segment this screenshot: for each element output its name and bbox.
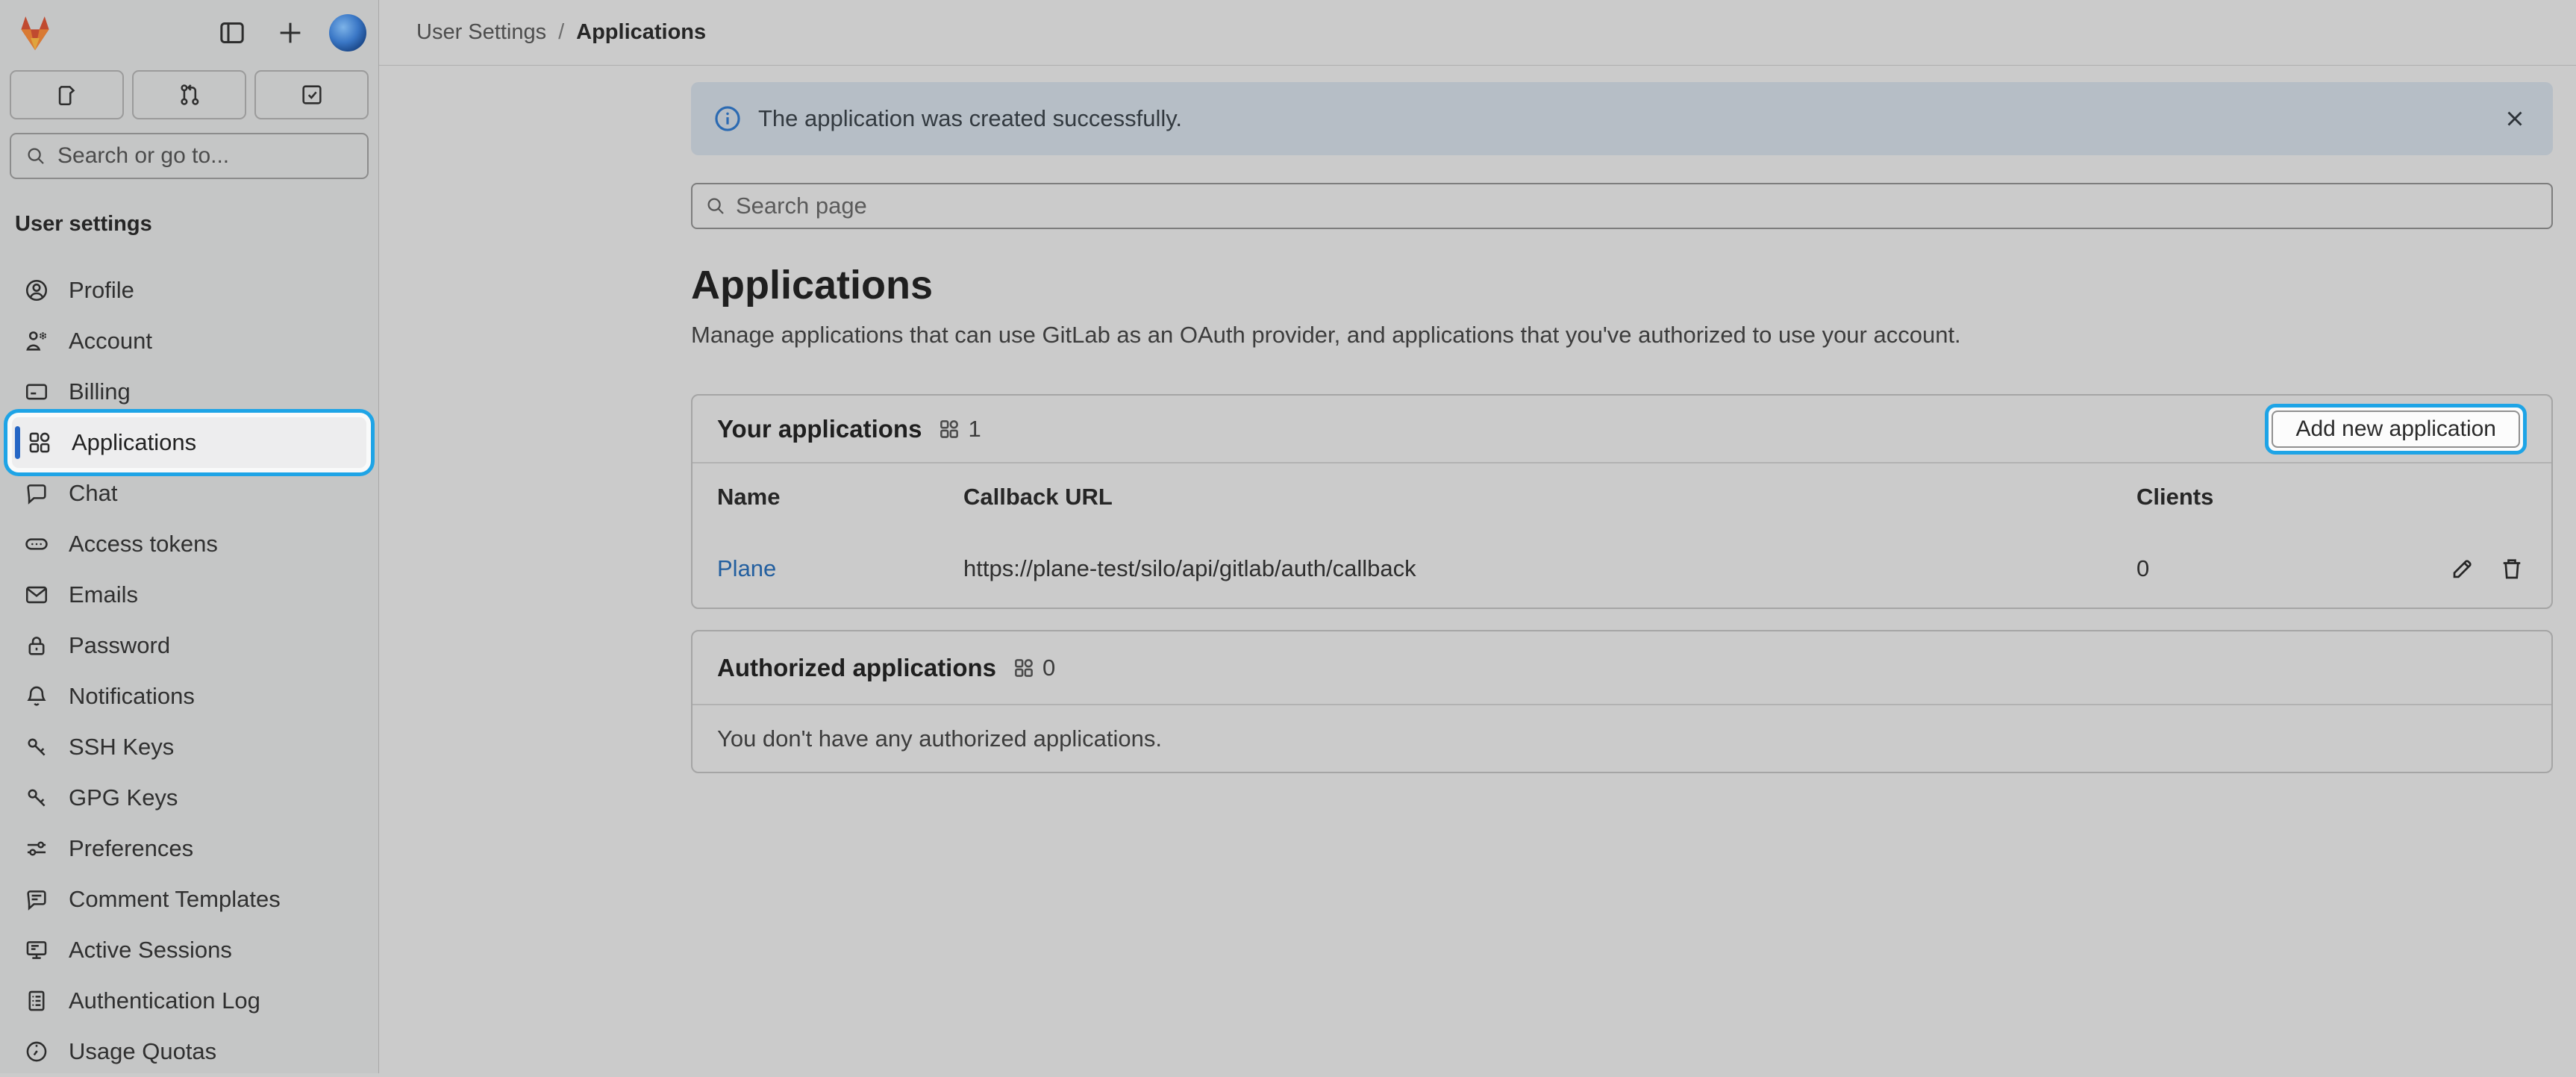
sidebar-section-title: User settings [15,212,378,237]
authorized-applications-title: Authorized applications [717,654,996,682]
sidebar-item-chat[interactable]: Chat [0,468,378,519]
sidebar-item-preferences[interactable]: Preferences [0,823,378,874]
sidebar-item-account[interactable]: Account [0,316,378,366]
key-icon [24,785,49,811]
gauge-icon [24,1039,49,1064]
log-list-icon [24,988,49,1014]
sidebar-item-authentication-log[interactable]: Authentication Log [0,975,378,1026]
search-icon [704,195,727,217]
sliders-icon [24,836,49,861]
sidebar-item-password[interactable]: Password [0,620,378,671]
chat-bubble-icon [24,481,49,506]
page-description: Manage applications that can use GitLab … [691,320,2553,350]
applications-grid-icon [938,418,960,440]
success-alert: The application was created successfully… [691,82,2553,155]
breadcrumb: User Settings / Applications [379,0,2576,66]
authorized-applications-count: 0 [1042,655,1055,681]
your-applications-header: Your applications 1 Add new application [693,396,2551,462]
close-icon[interactable] [2499,103,2530,134]
search-icon [25,145,47,167]
column-header-callback-url: Callback URL [963,484,2136,511]
application-row: Plane https://plane-test/silo/api/gitlab… [693,530,2551,608]
applications-grid-icon [1013,657,1035,679]
monitor-icon [24,937,49,963]
sidebar-item-gpg-keys[interactable]: GPG Keys [0,772,378,823]
envelope-icon [24,582,49,608]
authorized-applications-card: Authorized applications 0 You don't have… [691,630,2553,773]
sidebar-toggle-icon[interactable] [213,13,251,52]
alert-message: The application was created successfully… [758,105,2483,132]
credit-card-icon [24,379,49,405]
todo-icon[interactable] [254,70,369,119]
authorized-applications-empty: You don't have any authorized applicatio… [693,704,2551,772]
breadcrumb-user-settings[interactable]: User Settings [416,20,546,45]
user-avatar[interactable] [329,14,366,51]
row-actions [2387,554,2527,584]
issues-icon[interactable] [10,70,124,119]
sidebar-item-usage-quotas[interactable]: Usage Quotas [0,1026,378,1077]
application-name-link[interactable]: Plane [717,555,963,582]
page-title: Applications [691,260,2553,310]
content: The application was created successfully… [379,82,2576,773]
pencil-icon[interactable] [2448,554,2477,584]
sidebar-item-billing[interactable]: Billing [0,366,378,417]
bell-icon [24,684,49,709]
sidebar-shortcuts [0,66,378,119]
trash-icon[interactable] [2497,554,2527,584]
applications-grid-icon [27,430,52,455]
information-circle-icon [713,104,742,133]
plus-icon[interactable] [271,13,310,52]
comment-lines-icon [24,887,49,912]
sidebar-nav: Profile Account Billing [0,265,378,1077]
main-area: User Settings / Applications The applica… [379,0,2576,1073]
sidebar-item-comment-templates[interactable]: Comment Templates [0,874,378,925]
sidebar-item-ssh-keys[interactable]: SSH Keys [0,722,378,772]
global-search[interactable] [10,133,369,179]
global-search-input[interactable] [57,143,354,169]
sidebar-item-applications[interactable]: Applications [12,417,366,468]
active-indicator [15,426,20,459]
authorized-applications-header: Authorized applications 0 [693,631,2551,704]
merge-request-icon[interactable] [132,70,246,119]
column-header-name: Name [717,484,963,511]
token-pill-icon [24,531,49,557]
column-header-clients: Clients [2136,484,2387,511]
sidebar-item-notifications[interactable]: Notifications [0,671,378,722]
focus-ring: Add new application [2265,404,2527,455]
application-clients-count: 0 [2136,555,2387,582]
gitlab-logo-icon[interactable] [13,13,57,53]
page-search-input[interactable] [736,193,2539,219]
super-sidebar: User settings Profile Account [0,0,379,1073]
breadcrumb-separator: / [558,20,564,45]
sidebar-item-active-sessions[interactable]: Active Sessions [0,925,378,975]
account-icon [24,328,49,354]
sidebar-item-access-tokens[interactable]: Access tokens [0,519,378,569]
page-search[interactable] [691,183,2553,229]
sidebar-topbar [0,0,378,66]
your-applications-card: Your applications 1 Add new application … [691,394,2553,609]
your-applications-title: Your applications [717,415,922,443]
key-icon [24,734,49,760]
sidebar-item-emails[interactable]: Emails [0,569,378,620]
your-applications-count: 1 [968,416,981,443]
applications-table-header: Name Callback URL Clients [693,462,2551,530]
add-new-application-button[interactable]: Add new application [2272,410,2520,448]
lock-icon [24,633,49,658]
breadcrumb-current: Applications [576,20,706,45]
application-callback-url: https://plane-test/silo/api/gitlab/auth/… [963,555,2136,582]
sidebar-item-profile[interactable]: Profile [0,265,378,316]
profile-icon [24,278,49,303]
